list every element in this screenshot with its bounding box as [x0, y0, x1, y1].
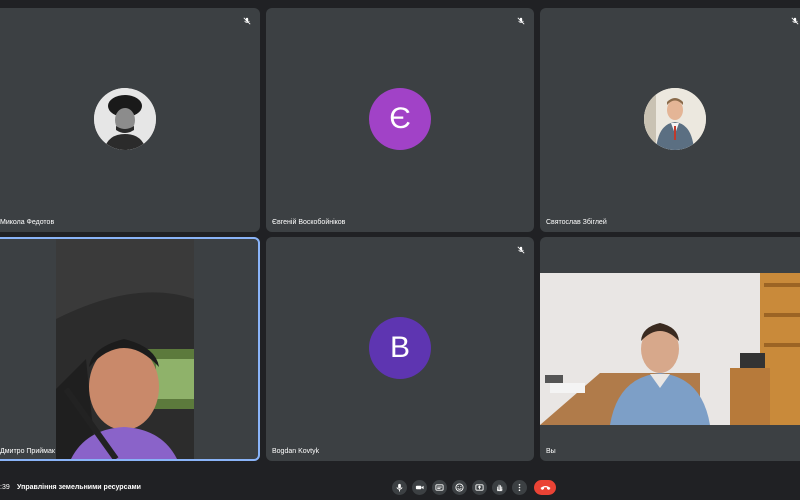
present-screen-button[interactable]: [472, 480, 487, 495]
participant-name: Святослав Збіглей: [546, 219, 607, 226]
participant-tile-sviatoslav[interactable]: Святослав Збіглей: [540, 8, 800, 232]
captions-button[interactable]: [432, 480, 447, 495]
microphone-button[interactable]: [392, 480, 407, 495]
avatar-initial: B: [389, 331, 410, 364]
mic-off-icon: [517, 246, 525, 254]
microphone-icon: [396, 483, 403, 492]
emoji-button[interactable]: [452, 480, 467, 495]
mic-off-icon: [791, 17, 799, 25]
present-screen-icon: [475, 484, 484, 491]
avatar-initial: Є: [389, 102, 411, 135]
avatar: B: [369, 317, 431, 379]
avatar: [94, 88, 156, 150]
more-options-icon: [518, 483, 521, 492]
camera-icon: [415, 485, 424, 490]
raise-hand-button[interactable]: [492, 480, 507, 495]
camera-button[interactable]: [412, 480, 427, 495]
meeting-title: Управління земельними ресурсами: [17, 484, 141, 491]
participant-name: Микола Федотов: [0, 219, 55, 226]
participant-name: Дмитро Приймак: [0, 448, 55, 455]
participant-name: Bogdan Kovtyk: [272, 448, 320, 455]
participant-tile-bogdan[interactable]: B Bogdan Kovtyk: [266, 237, 534, 461]
self-video: [540, 273, 800, 425]
participant-name: Євгеній Воскобойніков: [272, 219, 346, 226]
participant-tile-mykola[interactable]: Микола Федотов: [0, 8, 260, 232]
end-call-icon: [540, 486, 550, 490]
participant-tile-yevhenii[interactable]: Є Євгеній Воскобойніков: [266, 8, 534, 232]
more-options-button[interactable]: [512, 480, 527, 495]
mic-off-icon: [517, 17, 525, 25]
raise-hand-icon: [496, 484, 503, 492]
participant-name: Вы: [546, 448, 556, 455]
emoji-icon: [455, 483, 464, 492]
participant-tile-dmytro[interactable]: Дмитро Приймак: [0, 237, 260, 461]
mic-off-icon: [243, 17, 251, 25]
participant-video: [56, 239, 194, 459]
participant-tile-self[interactable]: Вы: [540, 237, 800, 461]
avatar: [644, 88, 706, 150]
avatar: Є: [369, 88, 431, 150]
end-call-button[interactable]: [534, 480, 556, 495]
captions-icon: [435, 484, 444, 491]
meeting-time: :39: [0, 484, 10, 491]
